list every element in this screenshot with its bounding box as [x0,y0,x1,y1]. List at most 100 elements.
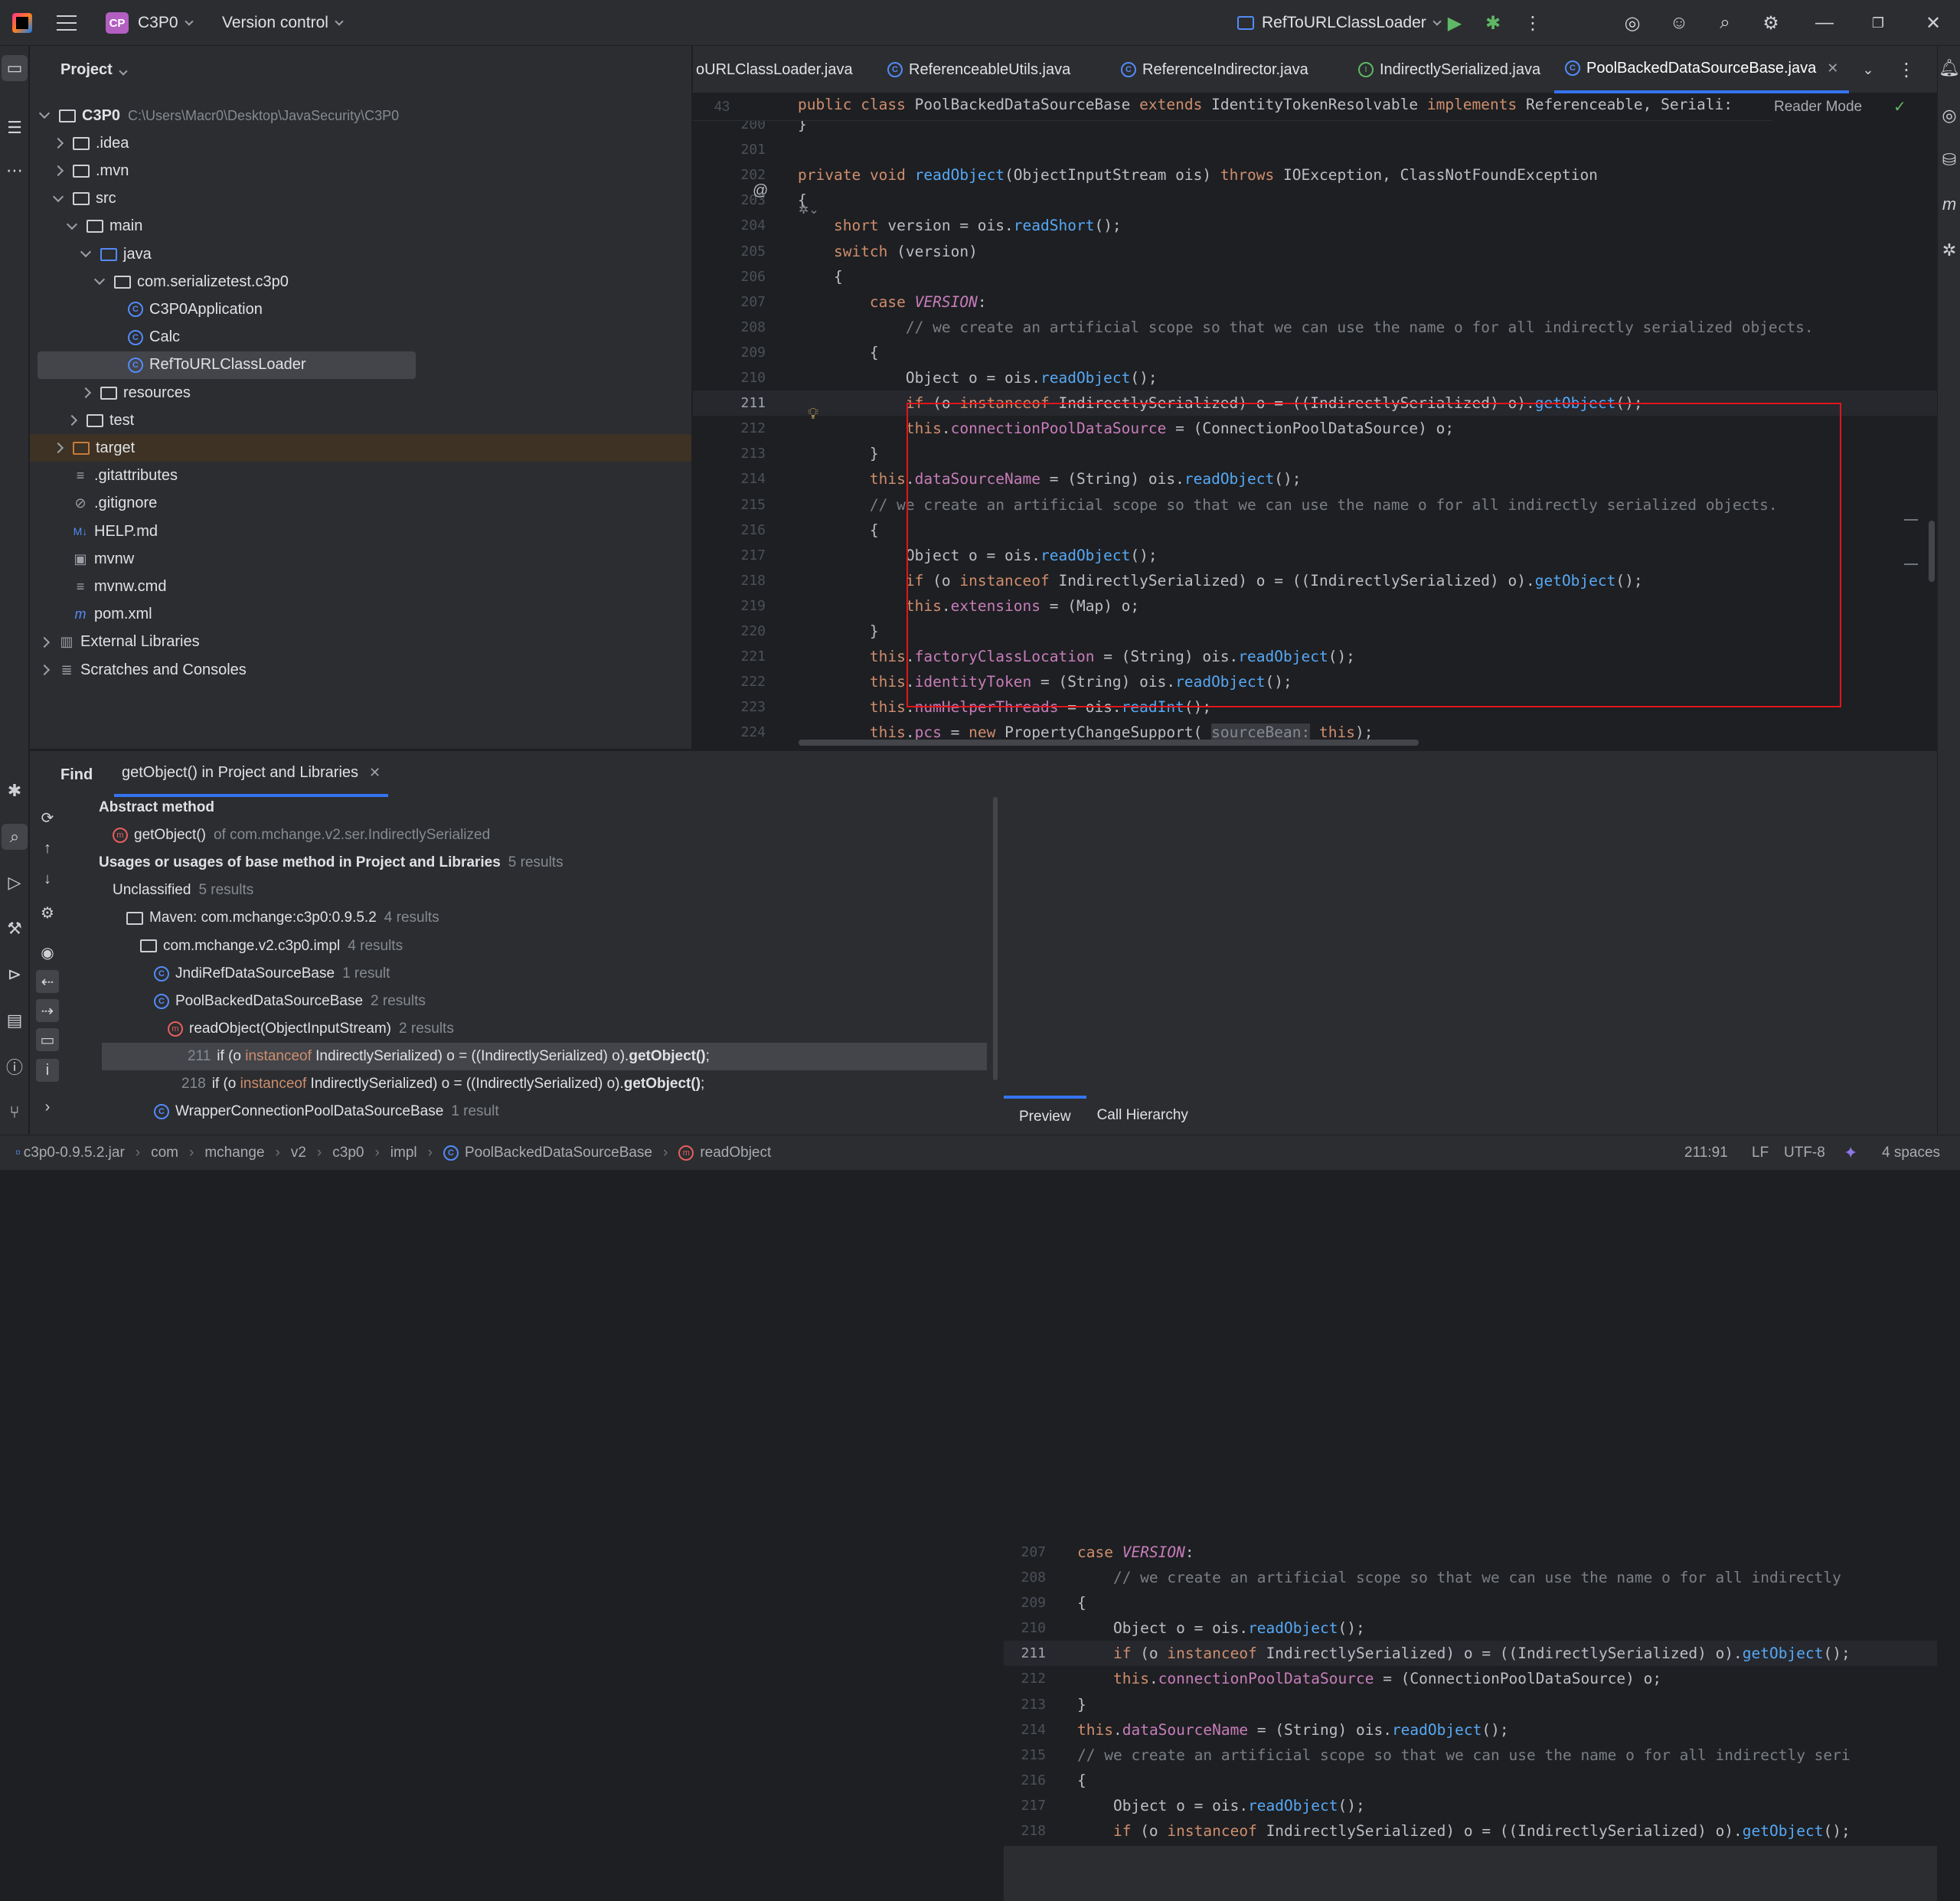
horizontal-scrollbar[interactable] [799,740,1419,746]
debug-icon[interactable]: ✱ [1480,10,1506,36]
tab-poolbackeddatasourcebase-java[interactable]: C PoolBackedDataSourceBase.java ✕ [1554,46,1850,93]
editor-scrollbar[interactable] [1929,521,1935,582]
chevron-right-icon[interactable] [52,443,64,454]
tree-item[interactable]: C3P0 C:\Users\Macr0\Desktop\JavaSecurity\… [30,102,691,129]
project-badge[interactable]: CP [106,12,129,34]
code-line[interactable]: 210 Object o = ois.readObject(); [693,365,1937,390]
code-line[interactable]: 201 [693,137,1937,162]
preview-line[interactable]: 216 { [1004,1768,1937,1793]
read-access-icon[interactable]: ⇠ [36,970,59,993]
find-result-row[interactable]: Unclassified 5 results [113,877,253,904]
line-separator[interactable]: LF [1752,1135,1769,1171]
project-switcher[interactable]: C3P0 [138,0,194,46]
preview-line[interactable]: 208 // we create an artificial scope so … [1004,1565,1937,1590]
code-line[interactable]: 203{ [693,188,1937,213]
breadcrumb-item[interactable]: mchange [204,1145,264,1161]
preview-line[interactable]: 211 if (o instanceof IndirectlySerialize… [1004,1641,1937,1667]
chevron-right-icon[interactable] [38,636,51,648]
preview-line[interactable]: 217 Object o = ois.readObject(); [1004,1793,1937,1818]
project-folder-icon[interactable]: ▭ [2,55,28,81]
ai-assistant-icon[interactable]: ◎ [1619,10,1645,36]
code-line[interactable]: 204 short version = ois.readShort(); [693,213,1937,238]
tab-preview[interactable]: Preview [1004,1096,1086,1135]
tree-item[interactable]: java [30,240,691,268]
tree-item[interactable]: m pom.xml [30,601,691,629]
chevron-right-icon[interactable] [80,387,92,399]
breadcrumb-item[interactable]: v2 [291,1145,306,1161]
run-icon[interactable]: ▶ [1442,10,1468,36]
breadcrumb-item[interactable]: impl [390,1145,417,1161]
arrow-down-icon[interactable]: ↓ [36,867,59,890]
find-result-row[interactable]: Abstract method [99,794,214,821]
code-line[interactable]: 208 // we create an artificial scope so … [693,315,1937,340]
chevron-down-icon[interactable] [80,246,92,258]
minimize-icon[interactable]: — [1811,10,1838,36]
chevron-down-icon[interactable] [66,218,78,230]
tree-item[interactable]: ≡ mvnw.cmd [30,573,691,600]
override-marker-icon[interactable]: @ [753,182,768,200]
run-config-selector[interactable]: RefToURLClassLoader [1237,0,1442,46]
ai-gutter-icon[interactable]: ✲⌄ [799,202,819,217]
tree-item[interactable]: C C3P0Application [30,296,691,323]
preview-line[interactable]: 212 this.connectionPoolDataSource = (Con… [1004,1666,1937,1691]
tree-item[interactable]: C Calc [30,324,691,351]
code-line[interactable]: 207 case VERSION: [693,289,1937,315]
file-encoding[interactable]: UTF-8 [1784,1135,1825,1171]
notifications-icon[interactable]: 🔔︎ [1936,55,1960,81]
code-line[interactable]: 209 { [693,340,1937,365]
search-icon[interactable]: ⌕ [1712,10,1738,36]
breadcrumb-item[interactable]: PoolBackedDataSourceBase [465,1145,652,1161]
find-result-row[interactable]: Maven: com.mchange:c3p0:0.9.5.2 4 results [126,904,439,932]
tabs-dropdown-icon[interactable]: ⌄ [1855,57,1881,83]
find-result-row[interactable]: C PoolBackedDataSourceBase 2 results [154,988,426,1015]
more-horizontal-icon[interactable]: ⋯ [2,158,28,184]
debug-tool-icon[interactable]: ✱ [2,778,28,804]
tree-item[interactable]: ≣ Scratches and Consoles [30,656,691,684]
write-access-icon[interactable]: ⇢ [36,999,59,1022]
preview-line[interactable]: 214 this.dataSourceName = (String) ois.re… [1004,1717,1937,1743]
more-vertical-icon[interactable]: ⋮ [1520,10,1546,36]
tree-item[interactable]: M↓ HELP.md [30,518,691,545]
tab-referenceableutils-java[interactable]: C ReferenceableUtils.java [877,46,1081,93]
gear-icon[interactable]: ⚙ [1758,10,1784,36]
tree-item[interactable]: com.serializetest.c3p0 [30,268,691,296]
tree-item[interactable]: main [30,213,691,240]
structure-icon[interactable]: ☰ [2,115,28,141]
git-icon[interactable]: ⑂ [2,1099,28,1125]
chevron-down-icon[interactable] [38,107,51,119]
preview-line[interactable]: 213} [1004,1692,1937,1717]
expand-chevron-icon[interactable]: › [36,1096,59,1119]
database-icon[interactable]: ⛁ [1936,147,1960,173]
tree-item[interactable]: C RefToURLClassLoader [38,351,416,379]
caret-position[interactable]: 211:91 [1684,1135,1728,1171]
chevron-right-icon[interactable] [66,415,78,426]
preview-line[interactable]: 209 { [1004,1590,1937,1615]
code-line[interactable]: 202 private void readObject(ObjectInputSt… [693,162,1937,188]
code-line[interactable]: 206 { [693,264,1937,289]
preview-line[interactable]: 210 Object o = ois.readObject(); [1004,1615,1937,1641]
sticky-header[interactable]: 43 public class PoolBackedDataSourceBase… [693,93,1937,121]
terminal-icon[interactable]: ▤ [2,1008,28,1034]
arrow-up-icon[interactable]: ↑ [36,837,59,860]
breadcrumb-item[interactable]: c3p0-0.9.5.2.jar [24,1145,125,1161]
add-user-icon[interactable]: ☺ [1666,10,1692,36]
intellij-logo-icon[interactable] [12,13,32,33]
group-by-folder-icon[interactable]: ▭ [36,1028,59,1051]
build-icon[interactable]: ⚒ [2,916,28,942]
find-result-row[interactable]: com.mchange.v2.c3p0.impl 4 results [140,933,403,960]
problems-icon[interactable]: ⓘ [2,1053,28,1080]
restore-icon[interactable]: ❐ [1865,10,1891,36]
find-result-tab[interactable]: getObject() in Project and Libraries ✕ [114,751,389,797]
tree-item[interactable]: test [30,407,691,434]
chevron-right-icon[interactable] [38,664,51,676]
lightbulb-icon[interactable]: 💡︎ [808,406,818,423]
code-line[interactable]: 205 switch (version) [693,239,1937,264]
preview-line[interactable]: 218 if (o instanceof IndirectlySerialize… [1004,1818,1937,1844]
plugin-icon[interactable]: ✲ [1936,237,1960,263]
tab-call-hierarchy[interactable]: Call Hierarchy [1086,1107,1199,1124]
results-scrollbar[interactable] [993,797,998,1080]
chevron-down-icon[interactable] [93,274,106,286]
close-icon[interactable]: ✕ [1827,60,1838,77]
scroll-marker[interactable] [1904,519,1918,565]
tab-ourlclassloader-java[interactable]: oURLClassLoader.java [693,46,864,93]
